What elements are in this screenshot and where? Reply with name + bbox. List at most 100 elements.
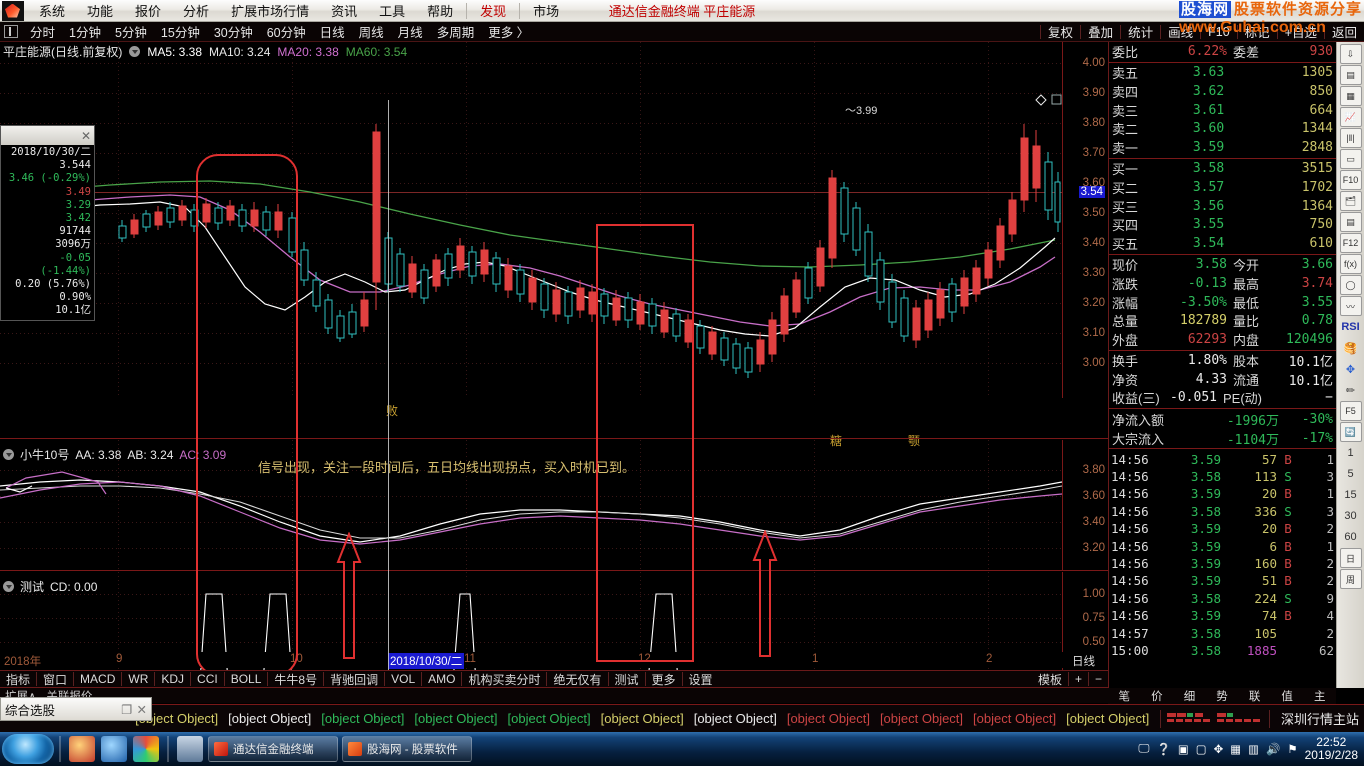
taskbar-window-2[interactable]: 股海网 - 股票软件	[342, 736, 472, 762]
folder-icon[interactable]: 🗂	[1339, 191, 1362, 211]
tray-flag-icon[interactable]: ⚑	[1287, 742, 1297, 756]
period-tab-5min[interactable]: 5分钟	[108, 21, 154, 42]
chart-canvas[interactable]: 〜3.99 〜2.95 糖 颚 败 4.00 3.90 3.80 3.70 3.…	[0, 42, 1108, 670]
tab-jia[interactable]: 价	[1141, 688, 1174, 704]
period-day-icon[interactable]: 日	[1339, 548, 1362, 568]
button-overlay[interactable]: 叠加	[1081, 21, 1120, 42]
menu-item-system[interactable]: 系统	[28, 0, 76, 22]
subchart2-menu-icon[interactable]	[3, 581, 14, 592]
taskbar-icon-chrome[interactable]	[133, 736, 159, 762]
report-icon[interactable]: ▤	[1339, 65, 1362, 85]
indicator-tab-institution[interactable]: 机构买卖分时	[462, 671, 546, 688]
tab-zhi[interactable]: 值	[1271, 688, 1304, 704]
drawing-rect-2[interactable]	[596, 224, 694, 662]
period-30-icon[interactable]: 30	[1340, 506, 1362, 526]
period-tab-60min[interactable]: 60分钟	[260, 21, 313, 42]
stack-icon[interactable]: 🥞	[1340, 338, 1362, 358]
period-60-icon[interactable]: 60	[1340, 527, 1362, 547]
close-icon[interactable]: ✕	[137, 702, 147, 717]
period-tab-1min[interactable]: 1分钟	[62, 21, 108, 42]
news-icon[interactable]: ▭	[1339, 149, 1362, 169]
indicator-tab-window[interactable]: 窗口	[37, 671, 73, 688]
tray-shield-icon[interactable]: ▣	[1178, 742, 1189, 756]
tab-shi[interactable]: 势	[1206, 688, 1239, 704]
f12-icon[interactable]: F12	[1339, 233, 1362, 253]
tray-monitor-icon[interactable]: 🖵	[1138, 743, 1149, 756]
indicator-tab-boll[interactable]: BOLL	[225, 672, 268, 686]
drawing-arrow-up-2[interactable]	[752, 530, 778, 658]
data-tooltip-panel[interactable]: ✕ 2018/10/30/二 3.544 3.46 (-0.29%) 3.49 …	[0, 125, 95, 321]
menu-item-extended-market[interactable]: 扩展市场行情	[220, 0, 320, 22]
tray-app-icon-2[interactable]: ✥	[1214, 742, 1224, 756]
menu-item-quote[interactable]: 报价	[124, 0, 172, 22]
circle-icon[interactable]: ◯	[1339, 275, 1362, 295]
maximize-icon[interactable]: ❐	[121, 702, 132, 717]
sell-level-1[interactable]: 卖一 3.59 2848	[1109, 138, 1336, 157]
indicator-tab-wr[interactable]: WR	[122, 672, 154, 686]
tray-app-icon-1[interactable]: ▢	[1196, 742, 1207, 756]
pencil-icon[interactable]: ✏	[1340, 380, 1362, 400]
tray-volume-icon[interactable]: 🔊	[1266, 742, 1280, 756]
period-tab-15min[interactable]: 15分钟	[154, 21, 207, 42]
indicator-tab-amo[interactable]: AMO	[422, 672, 461, 686]
layout-icon[interactable]	[4, 25, 18, 38]
template-button[interactable]: 模板	[1032, 671, 1068, 688]
book-icon[interactable]: ▤	[1339, 212, 1362, 232]
drawing-arrow-up-1[interactable]	[336, 532, 362, 660]
tab-xi[interactable]: 细	[1173, 688, 1206, 704]
trend-icon[interactable]: 📈	[1339, 107, 1362, 127]
refresh-icon[interactable]: 🔄	[1339, 422, 1362, 442]
float-window-stock-picker[interactable]: 综合选股 ❐ ✕	[0, 697, 152, 721]
indicator-tab-test[interactable]: 测试	[609, 671, 645, 688]
drawing-rect-rounded-1[interactable]	[196, 154, 298, 670]
period-tab-intraday[interactable]: 分时	[23, 21, 62, 42]
indicator-tab-unique[interactable]: 绝无仅有	[547, 671, 607, 688]
tab-bi[interactable]: 笔	[1108, 688, 1141, 704]
f10-icon[interactable]: F10	[1339, 170, 1362, 190]
indicator-tab-vol[interactable]: VOL	[385, 672, 421, 686]
sell-level-4[interactable]: 卖四 3.62 850	[1109, 82, 1336, 101]
menu-item-function[interactable]: 功能	[76, 0, 124, 22]
menu-item-discover[interactable]: 发现	[469, 0, 517, 22]
indicator-tab-niuniu8[interactable]: 牛牛8号	[268, 671, 323, 688]
period-tab-daily[interactable]: 日线	[313, 21, 352, 42]
indicator-tab-more[interactable]: 更多	[646, 671, 682, 688]
menu-item-help[interactable]: 帮助	[416, 0, 464, 22]
f5-icon[interactable]: F5	[1339, 401, 1362, 421]
fx-icon[interactable]: f(x)	[1339, 254, 1362, 274]
candle-icon[interactable]: |‖|	[1339, 128, 1362, 148]
taskbar-icon-app1[interactable]	[69, 736, 95, 762]
tab-lian[interactable]: 联	[1238, 688, 1271, 704]
period-1-icon[interactable]: 1	[1340, 443, 1362, 463]
chart-menu-icon[interactable]	[129, 46, 141, 57]
button-statistics[interactable]: 统计	[1121, 21, 1160, 42]
indicator-tab-index[interactable]: 指标	[0, 671, 36, 688]
menu-item-analysis[interactable]: 分析	[172, 0, 220, 22]
button-adjust[interactable]: 复权	[1041, 21, 1080, 42]
buy-level-5[interactable]: 买五 3.54 610	[1109, 234, 1336, 253]
wave-icon[interactable]: 〰	[1339, 296, 1362, 316]
taskbar-icon-app2[interactable]	[101, 736, 127, 762]
tick-list[interactable]: 14:56 3.59 57 B 1 14:56 3.58 113 S 3 14:56 3.59 20…	[1109, 450, 1336, 659]
tray-help-icon[interactable]: ❔	[1157, 742, 1171, 756]
indicator-tab-cci[interactable]: CCI	[191, 672, 224, 686]
menu-item-tools[interactable]: 工具	[368, 0, 416, 22]
move-icon[interactable]: ✥	[1340, 359, 1362, 379]
rsi-icon[interactable]: RSI	[1340, 317, 1362, 337]
menu-item-market[interactable]: 市场	[522, 0, 570, 22]
period-tab-weekly[interactable]: 周线	[352, 21, 391, 42]
zoom-out-button[interactable]: −	[1089, 672, 1108, 686]
indicator-tab-kdj[interactable]: KDJ	[155, 672, 190, 686]
indicator-tab-macd[interactable]: MACD	[74, 672, 121, 686]
menu-item-info[interactable]: 资讯	[320, 0, 368, 22]
period-tab-multi[interactable]: 多周期	[430, 21, 482, 42]
sell-level-3[interactable]: 卖三 3.61 664	[1109, 101, 1336, 120]
period-week-icon[interactable]: 周	[1339, 569, 1362, 589]
tray-network-icon[interactable]: ▥	[1248, 742, 1259, 756]
sell-level-5[interactable]: 卖五 3.63 1305	[1109, 64, 1336, 83]
buy-level-1[interactable]: 买一 3.58 3515	[1109, 160, 1336, 179]
period-5-icon[interactable]: 5	[1340, 464, 1362, 484]
tray-app-icon-3[interactable]: ▦	[1230, 742, 1241, 756]
period-tab-30min[interactable]: 30分钟	[207, 21, 260, 42]
start-button[interactable]	[2, 734, 54, 764]
